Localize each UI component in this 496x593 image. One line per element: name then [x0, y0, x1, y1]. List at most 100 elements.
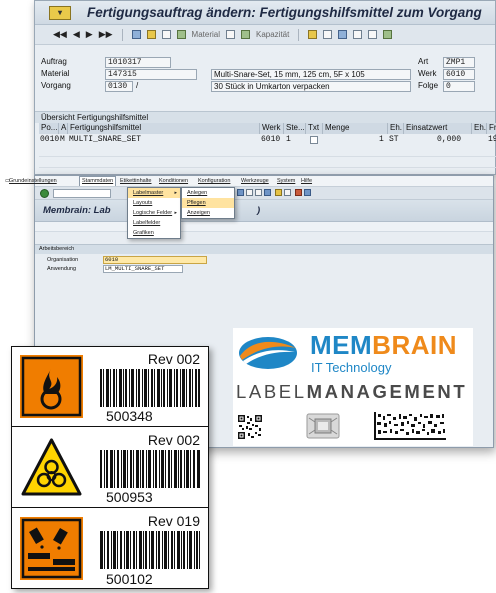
submenu-arrow-icon: ▸ — [174, 190, 177, 196]
revision-text: Rev 002 — [147, 432, 200, 448]
menu-item-stammdaten[interactable]: Stammdaten — [79, 176, 117, 186]
help-icon[interactable] — [295, 189, 303, 196]
rfid-chip-icon — [306, 413, 340, 439]
hazard-label: Rev 019 500102 — [12, 509, 208, 589]
next-page-icon[interactable] — [255, 189, 262, 196]
filter-icon[interactable] — [353, 30, 363, 39]
page-title-end: ) — [257, 205, 261, 216]
application-toolbar — [35, 222, 493, 232]
previous-page-icon[interactable]: ◀ — [73, 29, 80, 40]
plant-field[interactable]: 6010 — [443, 69, 475, 80]
material-button[interactable]: Material — [192, 30, 220, 39]
stammdaten-dropdown: Labelmaster ▸ Layouts Logische Felder ▸ La… — [127, 187, 181, 239]
shortcut-icon[interactable] — [284, 189, 292, 196]
column-header[interactable]: Eh. — [472, 123, 487, 134]
label-sheet: Rev 002 500348 Rev 002 500953 Rev 019 50… — [11, 346, 209, 589]
order-label: Auftrag — [41, 57, 67, 66]
column-header[interactable]: Po... — [39, 123, 59, 134]
cell-quantity: 1 — [379, 135, 384, 144]
cell-plant: 6010 — [261, 135, 281, 144]
menu-item-system[interactable]: System — [277, 176, 295, 186]
command-field[interactable] — [53, 189, 111, 198]
first-page-icon[interactable] — [237, 189, 244, 196]
table-row-empty[interactable] — [39, 147, 496, 157]
operation-description: 30 Stück in Umkarton verpacken — [211, 81, 411, 92]
barcode-icon — [100, 369, 200, 407]
select-all-icon[interactable] — [308, 30, 318, 39]
material-description: Multi-Snare-Set, 15 mm, 125 cm, 5F x 105 — [211, 69, 411, 80]
first-page-icon[interactable]: ◀◀ — [53, 29, 67, 40]
biohazard-icon — [21, 438, 82, 496]
find-icon[interactable] — [131, 30, 141, 39]
menu-item-layouts[interactable]: Layouts — [128, 198, 180, 208]
type-label: Art — [418, 57, 429, 66]
barcode-icon — [100, 450, 200, 488]
menu-item-grundeinstellungen[interactable]: Grundeinstellungen — [9, 176, 57, 186]
capacity-button[interactable]: Kapazität — [256, 30, 289, 39]
menu-item-labelmaster[interactable]: Labelmaster ▸ — [128, 188, 180, 198]
previous-page-icon[interactable] — [246, 189, 253, 196]
standard-toolbar — [35, 187, 493, 200]
export-icon[interactable] — [383, 30, 393, 39]
application-field[interactable]: LM_MULTI_SNARE_SET — [103, 265, 183, 273]
column-header[interactable]: Fri — [487, 123, 496, 134]
labelmaster-submenu: Anlegen Pflegen Anzeigen — [181, 187, 235, 219]
menu-item-logische-felder[interactable]: Logische Felder ▸ — [128, 208, 180, 218]
list-icon[interactable] — [161, 30, 171, 39]
last-page-icon[interactable] — [264, 189, 271, 196]
order-field[interactable]: 1010317 — [105, 57, 171, 68]
menu-item-labelfelder[interactable]: Labelfelder — [128, 218, 180, 228]
cell-usage-value: 0,000 — [437, 135, 462, 144]
sort-icon[interactable] — [338, 30, 348, 39]
enter-icon[interactable] — [40, 189, 49, 198]
material-icon[interactable] — [176, 30, 186, 39]
type-field[interactable]: ZMP1 — [443, 57, 475, 68]
operation-separator: / — [136, 81, 139, 90]
column-header[interactable]: Ste... — [284, 123, 306, 134]
next-page-icon[interactable]: ▶ — [86, 29, 93, 40]
revision-text: Rev 002 — [147, 351, 200, 367]
hazard-label: Rev 002 500348 — [12, 347, 208, 427]
title-bar: Membrain: Lab ) — [35, 200, 493, 222]
menu-item-etikettinhalte[interactable]: Etikettinhalte — [120, 176, 152, 186]
column-header[interactable]: Einsatzwert — [404, 123, 472, 134]
menu-item-werkzeuge[interactable]: Werkzeuge — [241, 176, 269, 186]
column-header[interactable]: Menge — [323, 123, 388, 134]
organisation-field[interactable]: 6010 — [103, 256, 207, 264]
cell-control: 1 — [286, 135, 291, 144]
plant-label: Werk — [418, 69, 437, 78]
menu-icon[interactable]: ▾ — [49, 6, 71, 20]
menu-item-anzeigen[interactable]: Anzeigen — [182, 208, 234, 218]
document-icon[interactable] — [225, 30, 235, 39]
menu-item-hilfe[interactable]: Hilfe — [301, 176, 312, 186]
membrain-logo-panel: MEMBRAIN IT Technology LABELMANAGEMENT — [233, 328, 473, 446]
column-header[interactable]: Eh. — [388, 123, 404, 134]
last-page-icon[interactable]: ▶▶ — [99, 29, 113, 40]
column-header[interactable]: Txt — [306, 123, 323, 134]
operation-field[interactable]: 0130 — [105, 81, 133, 92]
deselect-icon[interactable] — [323, 30, 333, 39]
application-row: Anwendung LM_MULTI_SNARE_SET — [47, 265, 247, 274]
column-header[interactable]: Werk — [260, 123, 284, 134]
sequence-label: Folge — [418, 81, 439, 90]
membrain-wordmark: MEMBRAIN — [310, 330, 458, 360]
hazard-label: Rev 002 500953 — [12, 428, 208, 508]
detail-icon[interactable] — [368, 30, 378, 39]
new-session-icon[interactable] — [275, 189, 283, 196]
menu-item-pflegen[interactable]: Pflegen — [182, 198, 234, 208]
column-header[interactable]: A — [59, 123, 68, 134]
menu-item-konfiguration[interactable]: Konfiguration — [198, 176, 230, 186]
menu-item-grafiken[interactable]: Grafiken — [128, 228, 180, 238]
menu-item-anlegen[interactable]: Anlegen — [182, 188, 234, 198]
sequence-field[interactable]: 0 — [443, 81, 475, 92]
material-field[interactable]: 147315 — [105, 69, 197, 80]
text-checkbox[interactable] — [310, 136, 318, 147]
column-header[interactable]: Fertigungshilfsmittel — [68, 123, 260, 134]
page-title: Membrain: Lab — [43, 205, 111, 216]
layout-icon[interactable] — [304, 189, 312, 196]
menu-item-konditionen[interactable]: Konditionen — [159, 176, 188, 186]
hierarchy-icon[interactable] — [146, 30, 156, 39]
cell-category: M — [60, 135, 65, 144]
table-row-empty[interactable] — [39, 158, 496, 168]
capacity-icon[interactable] — [240, 30, 250, 39]
